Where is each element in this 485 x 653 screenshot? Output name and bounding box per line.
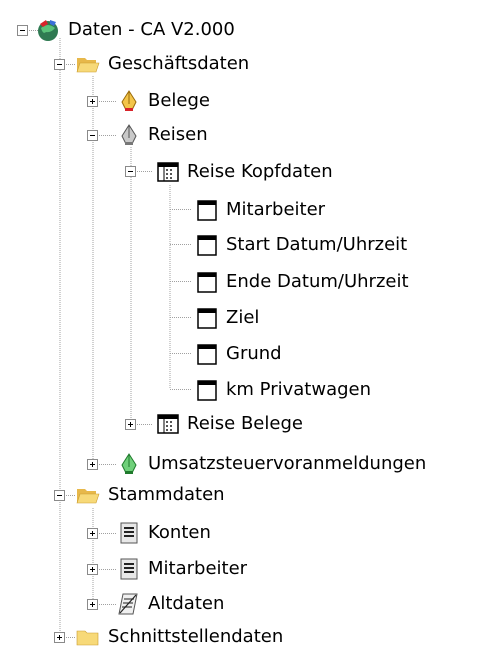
- list-document-icon: [120, 522, 138, 544]
- expand-konten-button[interactable]: [87, 528, 98, 539]
- tree-item-geschaeftsdaten[interactable]: Geschäftsdaten: [108, 52, 249, 76]
- tree-item-mitarbeiter[interactable]: Mitarbeiter: [148, 557, 247, 581]
- collapse-stammdaten-button[interactable]: [54, 490, 65, 501]
- tree-item-reisen[interactable]: Reisen: [148, 123, 208, 147]
- tree-item-root[interactable]: Daten - CA V2.000: [68, 18, 235, 42]
- field-icon: [197, 272, 217, 293]
- tree-item-reise-kopfdaten[interactable]: Reise Kopfdaten: [187, 160, 333, 184]
- field-icon: [197, 235, 217, 256]
- field-icon: [197, 380, 217, 401]
- database-globe-icon: [38, 20, 58, 41]
- tree-item-field-mitarbeiter[interactable]: Mitarbeiter: [226, 198, 325, 222]
- folder-open-icon: [76, 58, 100, 73]
- collapse-reise-kopfdaten-button[interactable]: [125, 166, 136, 177]
- table-icon: [157, 162, 179, 182]
- collapse-root-button[interactable]: [17, 25, 28, 36]
- folder-icon: [76, 630, 99, 646]
- table-icon: [157, 414, 179, 434]
- tree-item-umsatzsteuer[interactable]: Umsatzsteuervoranmeldungen: [148, 452, 426, 476]
- tree-item-stammdaten[interactable]: Stammdaten: [108, 483, 225, 507]
- expand-umsatzsteuer-button[interactable]: [87, 459, 98, 470]
- collapse-reisen-button[interactable]: [87, 130, 98, 141]
- expand-schnittstellendaten-button[interactable]: [54, 632, 65, 643]
- tree-item-field-km-privatwagen[interactable]: km Privatwagen: [226, 378, 371, 402]
- field-icon: [197, 308, 217, 329]
- field-icon: [197, 200, 217, 221]
- collapse-geschaeftsdaten-button[interactable]: [54, 59, 65, 70]
- tree-item-field-ende[interactable]: Ende Datum/Uhrzeit: [226, 270, 409, 294]
- tree-item-field-grund[interactable]: Grund: [226, 342, 282, 366]
- pen-nib-icon: [121, 90, 137, 111]
- archive-document-icon: [118, 593, 138, 615]
- list-document-icon: [120, 558, 138, 580]
- expand-altdaten-button[interactable]: [87, 599, 98, 610]
- expand-belege-button[interactable]: [87, 96, 98, 107]
- pen-nib-icon: [121, 453, 137, 474]
- folder-open-icon: [76, 489, 100, 504]
- tree-item-reise-belege[interactable]: Reise Belege: [187, 412, 303, 436]
- expand-mitarbeiter-button[interactable]: [87, 564, 98, 575]
- tree-item-field-start[interactable]: Start Datum/Uhrzeit: [226, 233, 407, 257]
- tree-item-schnittstellendaten[interactable]: Schnittstellendaten: [108, 625, 283, 649]
- pen-nib-icon: [121, 124, 137, 145]
- tree-item-field-ziel[interactable]: Ziel: [226, 306, 259, 330]
- tree-view[interactable]: Daten - CA V2.000 Geschäftsdaten Belege …: [0, 0, 485, 653]
- tree-item-altdaten[interactable]: Altdaten: [148, 592, 224, 616]
- expand-reise-belege-button[interactable]: [125, 419, 136, 430]
- tree-item-belege[interactable]: Belege: [148, 89, 210, 113]
- field-icon: [197, 344, 217, 365]
- tree-item-konten[interactable]: Konten: [148, 521, 211, 545]
